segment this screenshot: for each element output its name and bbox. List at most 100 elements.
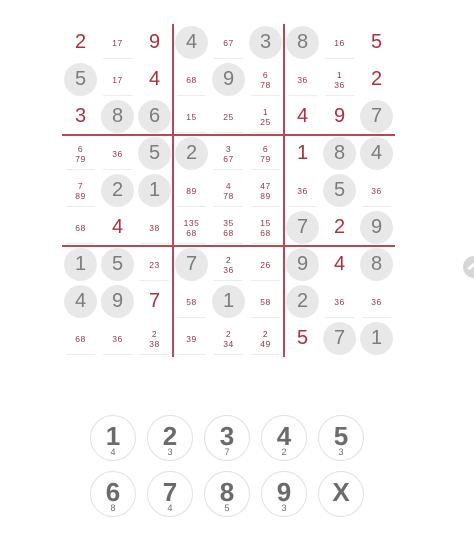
sudoku-cell[interactable]: 5 (358, 24, 395, 61)
sudoku-cell[interactable]: 36 (358, 283, 395, 320)
sudoku-cell[interactable]: 36 (99, 135, 136, 172)
pencil-icon[interactable] (463, 256, 474, 278)
sudoku-cell[interactable]: 67 (210, 24, 247, 61)
sudoku-cell[interactable]: 7 (284, 209, 321, 246)
sudoku-cell[interactable]: 1 (358, 320, 395, 357)
sudoku-cell[interactable]: 9 (358, 209, 395, 246)
sudoku-cell[interactable]: 135 68 (173, 209, 210, 246)
cell-value: 9 (111, 290, 124, 312)
remaining-count: 3 (338, 447, 344, 457)
digit-button-8[interactable]: 85 (204, 471, 250, 517)
sudoku-cell[interactable]: 4 (99, 209, 136, 246)
sudoku-cell[interactable]: 68 (62, 320, 99, 357)
sudoku-cell[interactable]: 8 (284, 24, 321, 61)
sudoku-cell[interactable]: 6 79 (247, 135, 284, 172)
sudoku-cell[interactable]: 2 (99, 172, 136, 209)
sudoku-cell[interactable]: 4 (173, 24, 210, 61)
digit-button-2[interactable]: 23 (147, 415, 193, 461)
sudoku-cell[interactable]: 4 (136, 61, 173, 98)
sudoku-cell[interactable]: 9 (99, 283, 136, 320)
cell-value: 9 (370, 216, 383, 238)
sudoku-cell[interactable]: 5 (321, 172, 358, 209)
sudoku-cell[interactable]: 4 (284, 98, 321, 135)
sudoku-cell[interactable]: 7 (321, 320, 358, 357)
digit-button-4[interactable]: 42 (261, 415, 307, 461)
sudoku-cell[interactable]: 2 36 (210, 246, 247, 283)
digit-button-1[interactable]: 14 (90, 415, 136, 461)
sudoku-cell[interactable]: 2 34 (210, 320, 247, 357)
sudoku-cell[interactable]: 1 25 (247, 98, 284, 135)
sudoku-cell[interactable]: 36 (358, 172, 395, 209)
sudoku-cell[interactable]: 36 (321, 283, 358, 320)
sudoku-cell[interactable]: 16 (321, 24, 358, 61)
sudoku-cell[interactable]: 1 (62, 246, 99, 283)
sudoku-cell[interactable]: 1 36 (321, 61, 358, 98)
sudoku-cell[interactable]: 2 (358, 61, 395, 98)
sudoku-cell[interactable]: 4 78 (210, 172, 247, 209)
sudoku-cell[interactable]: 7 (136, 283, 173, 320)
cell-value: 2 (111, 179, 124, 201)
sudoku-cell[interactable]: 5 (62, 61, 99, 98)
sudoku-cell[interactable]: 36 (284, 61, 321, 98)
digit-button-9[interactable]: 93 (261, 471, 307, 517)
sudoku-cell[interactable]: 9 (210, 61, 247, 98)
pencil-marks: 17 (112, 37, 123, 48)
sudoku-cell[interactable]: 4 (321, 246, 358, 283)
sudoku-cell[interactable]: 3 67 (210, 135, 247, 172)
sudoku-cell[interactable]: 2 49 (247, 320, 284, 357)
sudoku-cell[interactable]: 2 (173, 135, 210, 172)
sudoku-cell[interactable]: 9 (284, 246, 321, 283)
sudoku-cell[interactable]: 1 (284, 135, 321, 172)
clear-button[interactable]: X (318, 471, 364, 517)
sudoku-cell[interactable]: 5 (136, 135, 173, 172)
sudoku-cell[interactable]: 1 (136, 172, 173, 209)
sudoku-cell[interactable]: 47 89 (247, 172, 284, 209)
sudoku-cell[interactable]: 25 (210, 98, 247, 135)
cell-value: 5 (74, 68, 87, 90)
sudoku-cell[interactable]: 5 (284, 320, 321, 357)
sudoku-cell[interactable]: 6 (136, 98, 173, 135)
sudoku-cell[interactable]: 2 (284, 283, 321, 320)
sudoku-cell[interactable]: 2 (62, 24, 99, 61)
sudoku-cell[interactable]: 3 (62, 98, 99, 135)
sudoku-cell[interactable]: 5 (99, 246, 136, 283)
digit-button-6[interactable]: 68 (90, 471, 136, 517)
sudoku-cell[interactable]: 7 (358, 98, 395, 135)
sudoku-cell[interactable]: 36 (284, 172, 321, 209)
sudoku-cell[interactable]: 3 (247, 24, 284, 61)
sudoku-cell[interactable]: 9 (136, 24, 173, 61)
sudoku-cell[interactable]: 23 (136, 246, 173, 283)
sudoku-cell[interactable]: 68 (173, 61, 210, 98)
digit-button-3[interactable]: 37 (204, 415, 250, 461)
sudoku-cell[interactable]: 36 (99, 320, 136, 357)
sudoku-cell[interactable]: 6 78 (247, 61, 284, 98)
digit-button-7[interactable]: 74 (147, 471, 193, 517)
sudoku-cell[interactable]: 35 68 (210, 209, 247, 246)
sudoku-cell[interactable]: 7 89 (62, 172, 99, 209)
sudoku-cell[interactable]: 6 79 (62, 135, 99, 172)
digit-label: 1 (105, 421, 121, 451)
sudoku-cell[interactable]: 17 (99, 61, 136, 98)
sudoku-cell[interactable]: 1 (210, 283, 247, 320)
sudoku-cell[interactable]: 15 68 (247, 209, 284, 246)
sudoku-cell[interactable]: 8 (321, 135, 358, 172)
sudoku-cell[interactable]: 4 (62, 283, 99, 320)
sudoku-cell[interactable]: 9 (321, 98, 358, 135)
sudoku-cell[interactable]: 39 (173, 320, 210, 357)
digit-button-5[interactable]: 53 (318, 415, 364, 461)
sudoku-cell[interactable]: 26 (247, 246, 284, 283)
sudoku-cell[interactable]: 15 (173, 98, 210, 135)
sudoku-cell[interactable]: 8 (358, 246, 395, 283)
sudoku-cell[interactable]: 58 (173, 283, 210, 320)
cell-value: 3 (259, 31, 272, 53)
sudoku-cell[interactable]: 7 (173, 246, 210, 283)
sudoku-cell[interactable]: 68 (62, 209, 99, 246)
sudoku-cell[interactable]: 2 (321, 209, 358, 246)
sudoku-cell[interactable]: 89 (173, 172, 210, 209)
sudoku-cell[interactable]: 58 (247, 283, 284, 320)
sudoku-cell[interactable]: 2 38 (136, 320, 173, 357)
sudoku-cell[interactable]: 4 (358, 135, 395, 172)
sudoku-cell[interactable]: 38 (136, 209, 173, 246)
sudoku-cell[interactable]: 17 (99, 24, 136, 61)
sudoku-cell[interactable]: 8 (99, 98, 136, 135)
